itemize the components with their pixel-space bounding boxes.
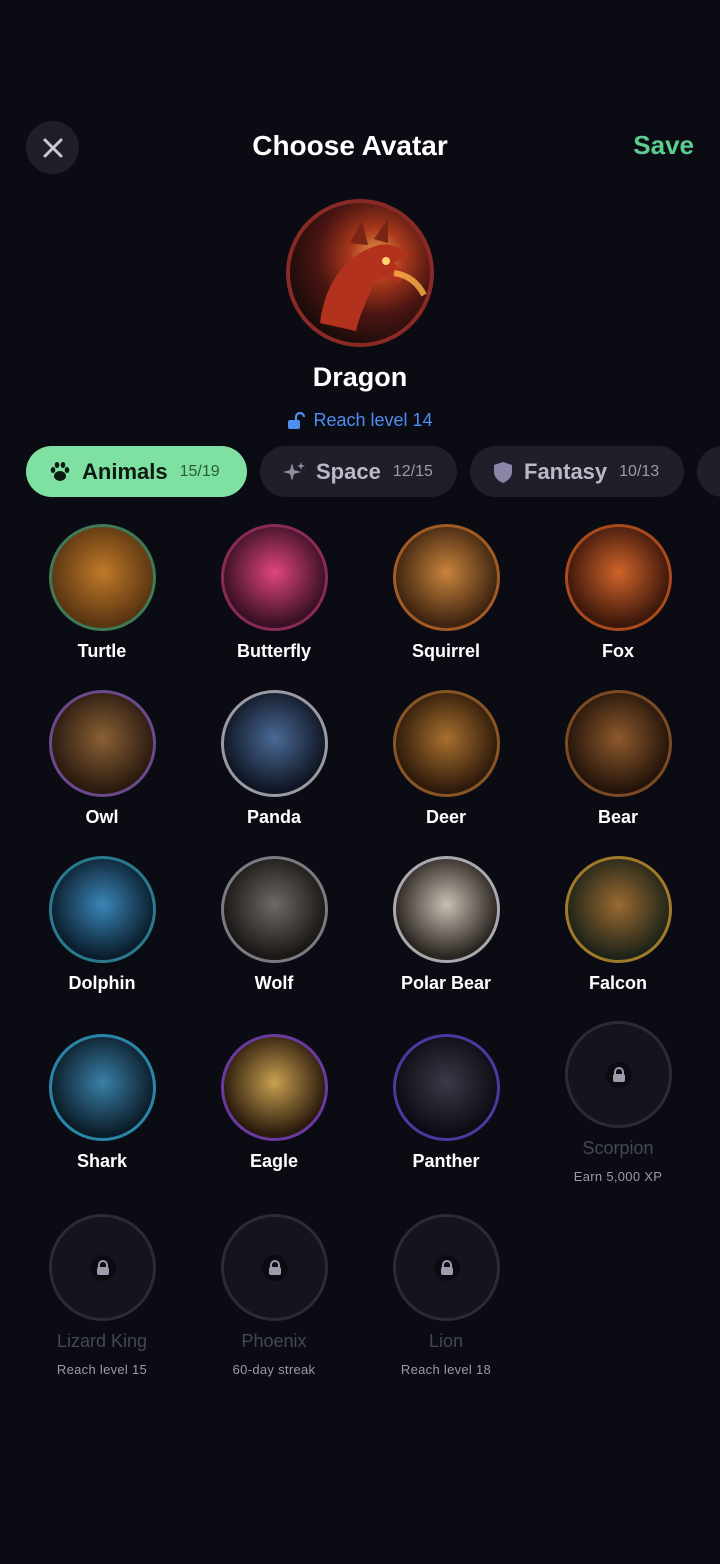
avatar-name: Bear	[597, 807, 639, 827]
avatar-name: Lion	[428, 1331, 464, 1351]
avatar-name: Fox	[601, 641, 634, 661]
category-tabs: Animals 15/19 Space 12/15 Fantasy 10/13	[0, 446, 720, 498]
unlock-icon	[288, 411, 306, 429]
avatar-name: Panda	[246, 807, 302, 827]
avatar-image	[221, 524, 328, 631]
tab-space[interactable]: Space 12/15	[260, 446, 457, 497]
tab-fantasy[interactable]: Fantasy 10/13	[470, 446, 684, 497]
unlock-requirement-text: Reach level 14	[313, 410, 433, 430]
avatar-image	[565, 524, 672, 631]
avatar-image	[221, 1214, 328, 1321]
save-button[interactable]: Save	[633, 130, 694, 161]
tab-more[interactable]	[697, 446, 720, 497]
tab-count: 10/13	[619, 462, 660, 480]
avatar-unlock-requirement: Reach level 15	[56, 1362, 148, 1377]
tab-label: Fantasy	[524, 458, 608, 484]
avatar-name: Polar Bear	[400, 973, 492, 993]
lock-icon	[90, 1255, 116, 1281]
avatar-name: Falcon	[588, 973, 647, 993]
selected-avatar-preview	[286, 199, 434, 347]
lock-icon	[262, 1255, 288, 1281]
avatar-name: Lizard King	[56, 1331, 148, 1351]
avatar-image	[49, 1214, 156, 1321]
avatar-name: Panther	[412, 1151, 480, 1171]
avatar-image	[393, 856, 500, 963]
lock-icon	[606, 1062, 632, 1088]
avatar-image	[221, 690, 328, 797]
avatar-name: Owl	[85, 807, 119, 827]
avatar-name: Shark	[76, 1151, 128, 1171]
avatar-image	[49, 1034, 156, 1141]
avatar-image	[565, 856, 672, 963]
shield-icon	[494, 461, 512, 483]
avatar-image	[393, 690, 500, 797]
avatar-image	[393, 1034, 500, 1141]
avatar-image	[565, 1021, 672, 1128]
avatar-image	[393, 1214, 500, 1321]
avatar-name: Deer	[425, 807, 467, 827]
tab-label: Space	[316, 458, 381, 484]
avatar-image	[565, 690, 672, 797]
tab-count: 12/15	[392, 462, 433, 480]
avatar-image	[221, 856, 328, 963]
avatar-name: Phoenix	[241, 1331, 307, 1351]
sparkle-icon	[283, 461, 305, 481]
unlock-requirement: Reach level 14	[0, 410, 720, 431]
avatar-name: Eagle	[249, 1151, 299, 1171]
avatar-image	[49, 856, 156, 963]
avatar-image	[221, 1034, 328, 1141]
avatar-name: Wolf	[254, 973, 294, 993]
tab-animals[interactable]: Animals 15/19	[26, 446, 247, 497]
avatar-image	[393, 524, 500, 631]
avatar-name: Dolphin	[68, 973, 136, 993]
avatar-unlock-requirement: 60-day streak	[232, 1362, 316, 1377]
page-title: Choose Avatar	[252, 130, 448, 161]
lock-icon	[434, 1255, 460, 1281]
selected-avatar-name: Dragon	[312, 362, 408, 392]
top-bar: Choose Avatar Save	[0, 120, 720, 176]
avatar-name: Turtle	[77, 641, 127, 661]
dragon-icon	[320, 219, 427, 331]
avatar-unlock-requirement: Reach level 18	[400, 1362, 492, 1377]
avatar-image	[49, 690, 156, 797]
avatar-unlock-requirement: Earn 5,000 XP	[573, 1169, 663, 1184]
avatar-name: Butterfly	[236, 641, 311, 661]
avatar-image	[49, 524, 156, 631]
paw-icon	[50, 461, 70, 481]
avatar-name: Scorpion	[582, 1138, 654, 1158]
tab-count: 15/19	[179, 462, 220, 480]
avatar-name: Squirrel	[411, 641, 481, 661]
tab-label: Animals	[82, 458, 168, 484]
